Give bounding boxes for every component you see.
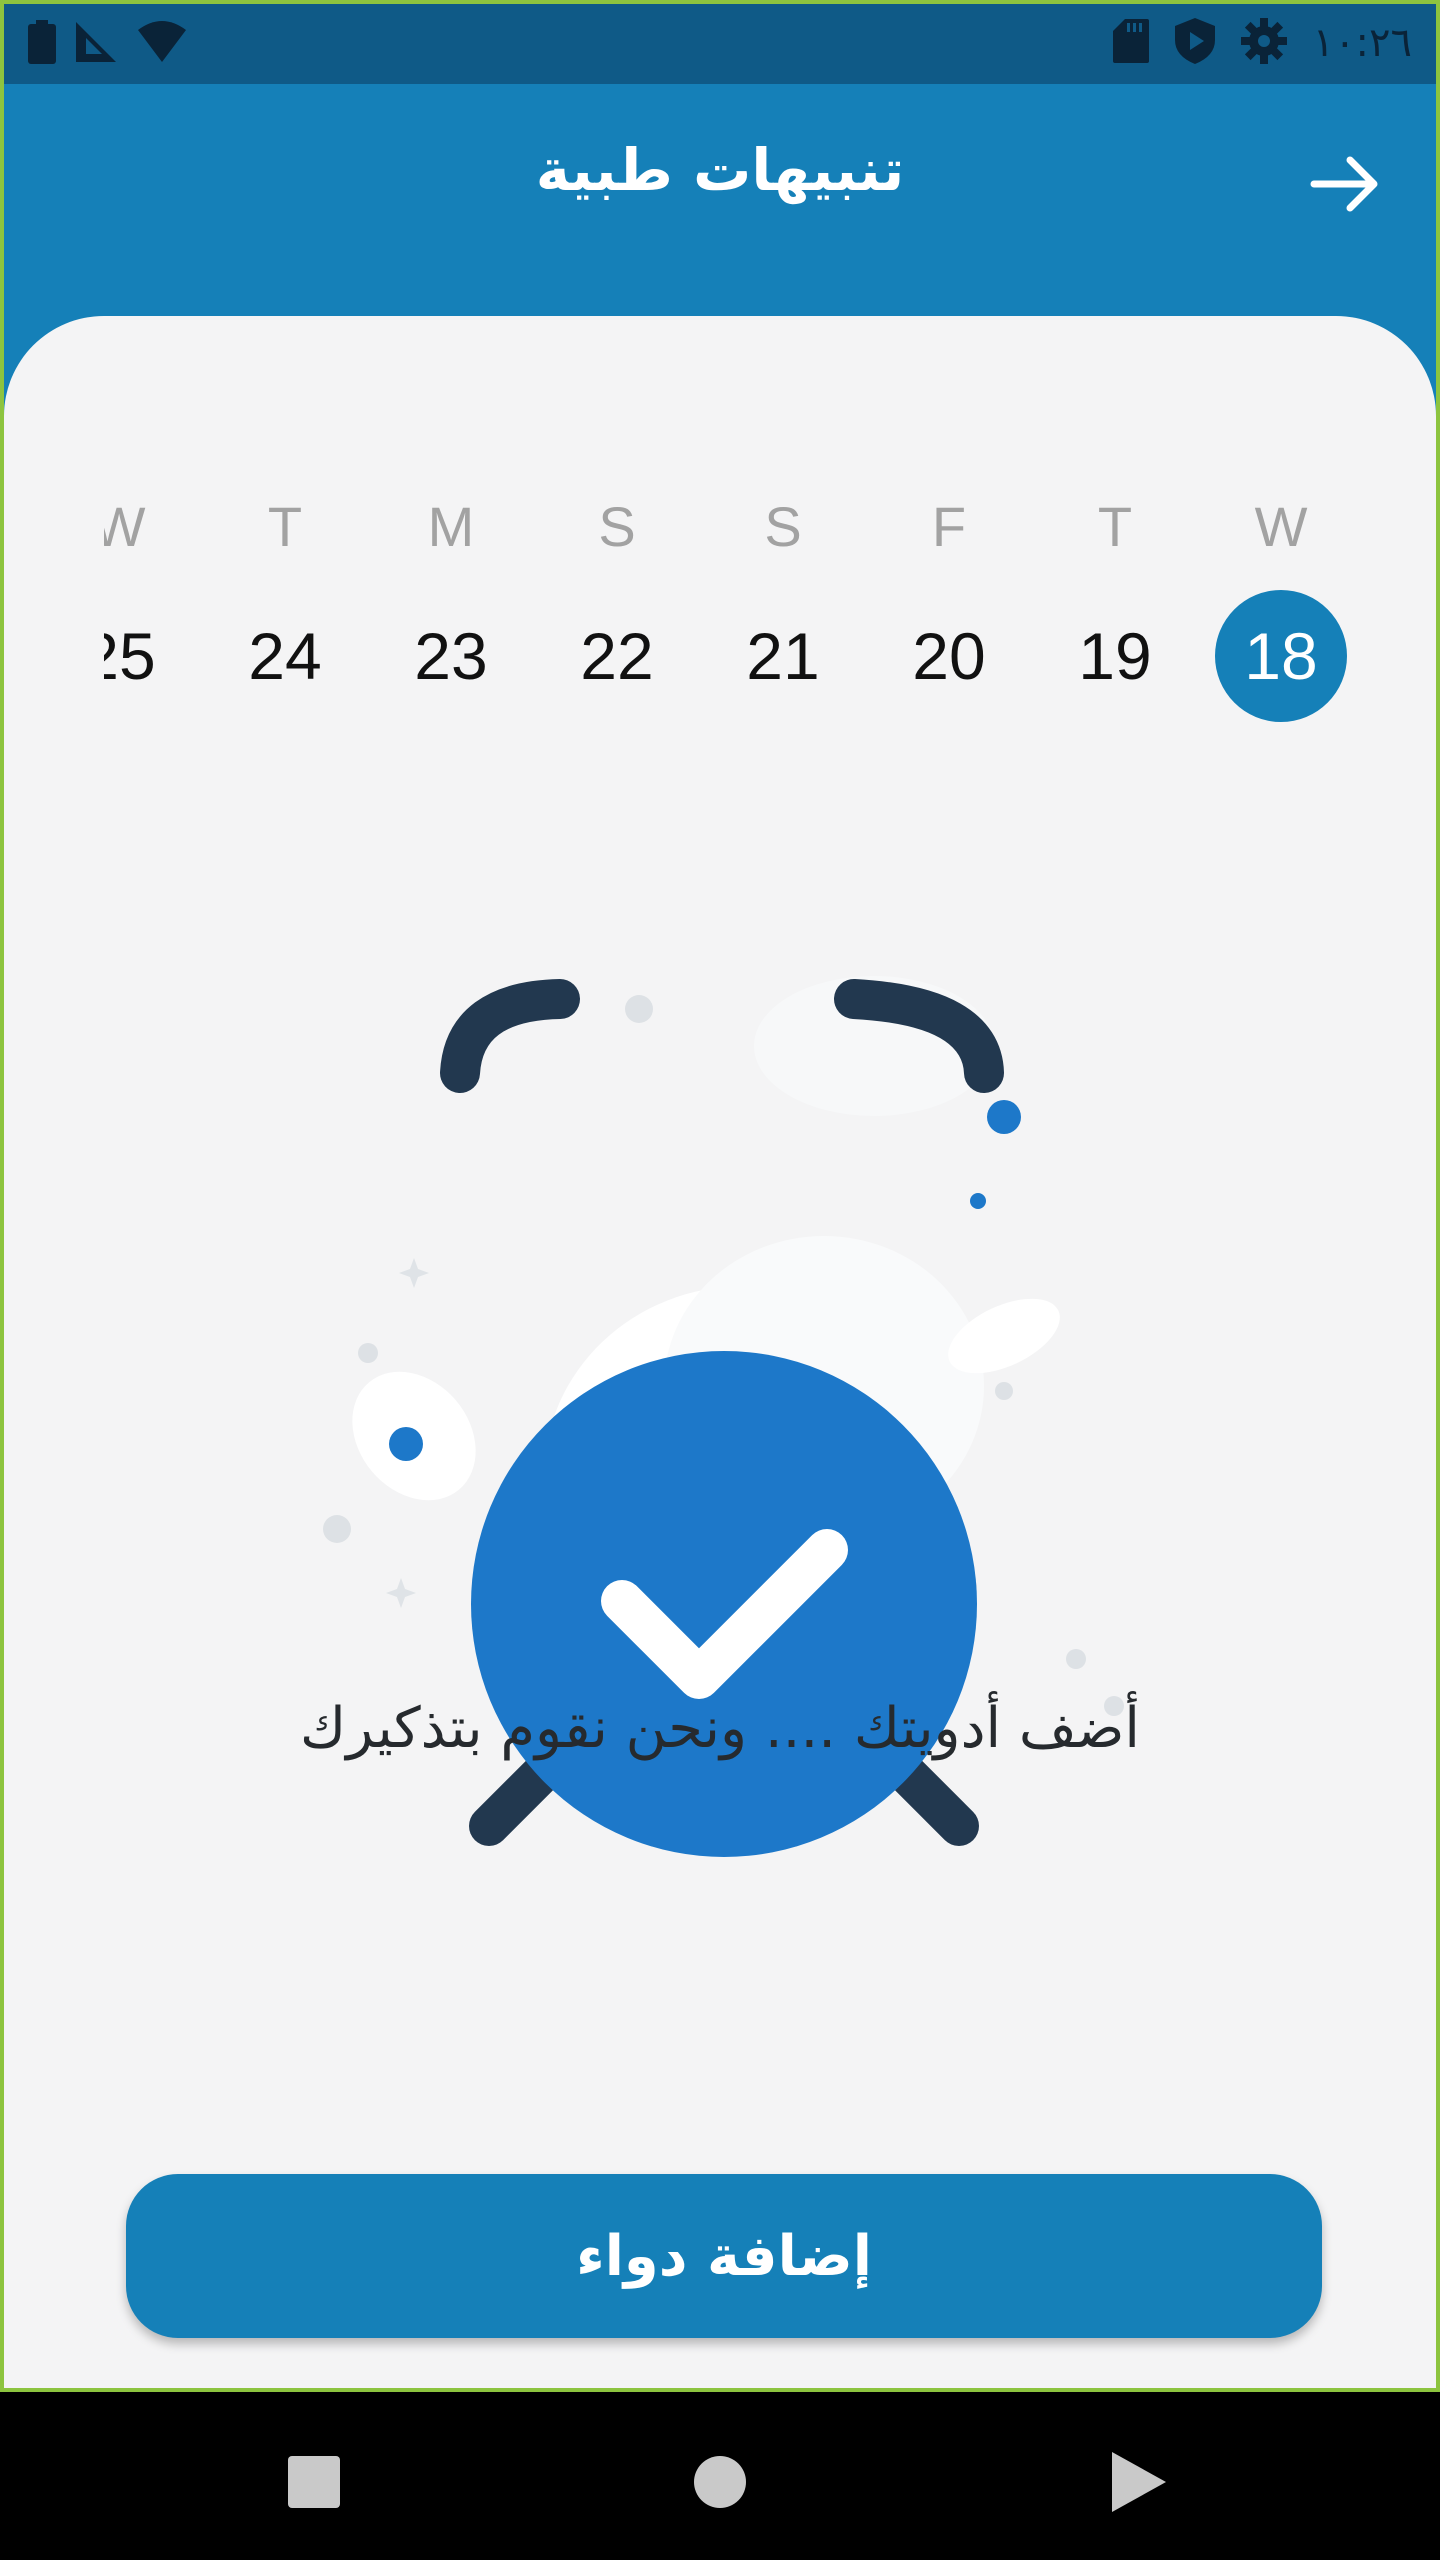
day-name: S bbox=[598, 495, 636, 558]
day-name: T bbox=[1097, 495, 1133, 558]
day-number-circle: 21 bbox=[717, 590, 849, 722]
day-number-circle: 18 bbox=[1215, 590, 1347, 722]
home-circle-icon bbox=[694, 2456, 746, 2508]
day-number-circle: 20 bbox=[883, 590, 1015, 722]
recents-square-icon bbox=[288, 2456, 340, 2508]
add-medicine-button-label: إضافة دواء bbox=[576, 2223, 872, 2289]
status-right-icons: ١٠:٢٦ bbox=[1112, 18, 1412, 68]
app-window: ١٠:٢٦ تنبيهات طبية W 18 T 19 F 20 S 21 S 22 M 23 T 24… bbox=[0, 0, 1440, 2392]
date-strip-track: W 18 T 19 F 20 S 21 S 22 M 23 T 24 W 25 bbox=[104, 486, 1364, 726]
home-button[interactable] bbox=[680, 2442, 760, 2522]
empty-state-message: أضف أدويتك .... ونحن نقوم بتذكيرك bbox=[300, 1696, 1140, 1761]
day-number-circle: 24 bbox=[219, 590, 351, 722]
date-item[interactable]: F 20 bbox=[866, 486, 1032, 726]
day-number: 21 bbox=[746, 619, 820, 693]
date-item[interactable]: T 19 bbox=[1032, 486, 1198, 726]
page-title: تنبيهات طبية bbox=[535, 136, 905, 204]
date-item[interactable]: S 21 bbox=[700, 486, 866, 726]
day-number: 25 bbox=[104, 619, 156, 693]
day-number: 19 bbox=[1078, 619, 1152, 693]
add-medicine-button[interactable]: إضافة دواء bbox=[126, 2174, 1322, 2338]
day-number: 18 bbox=[1244, 619, 1318, 693]
day-number-circle: 25 bbox=[104, 590, 185, 722]
date-item-selected[interactable]: W 18 bbox=[1198, 486, 1364, 726]
date-item[interactable]: W 25 bbox=[104, 486, 202, 726]
day-name: S bbox=[764, 495, 802, 558]
day-name: M bbox=[427, 495, 475, 558]
day-number: 20 bbox=[912, 619, 986, 693]
back-nav-button[interactable] bbox=[1098, 2442, 1178, 2522]
day-number-circle: 22 bbox=[551, 590, 683, 722]
back-triangle-icon bbox=[1112, 2452, 1166, 2512]
app-header: تنبيهات طبية bbox=[4, 84, 1436, 314]
settings-icon bbox=[1240, 18, 1287, 68]
shield-play-icon bbox=[1174, 18, 1215, 68]
date-strip[interactable]: W 18 T 19 F 20 S 21 S 22 M 23 T 24 W 25 bbox=[104, 486, 1364, 746]
arrow-right-icon bbox=[1310, 156, 1378, 212]
alarm-clock-check-icon bbox=[224, 956, 1224, 1916]
back-button[interactable] bbox=[1306, 144, 1386, 224]
content-card: W 18 T 19 F 20 S 21 S 22 M 23 T 24 W 25 bbox=[4, 316, 1436, 2388]
status-time: ١٠:٢٦ bbox=[1312, 20, 1412, 66]
recents-button[interactable] bbox=[274, 2442, 354, 2522]
date-item[interactable]: S 22 bbox=[534, 486, 700, 726]
day-name: T bbox=[267, 495, 303, 558]
day-number-circle: 23 bbox=[385, 590, 517, 722]
day-number: 23 bbox=[414, 619, 488, 693]
sd-card-icon bbox=[1112, 19, 1149, 67]
day-number-circle: 19 bbox=[1049, 590, 1181, 722]
day-name: F bbox=[931, 495, 967, 558]
wifi-icon bbox=[136, 20, 188, 68]
day-number: 24 bbox=[248, 619, 322, 693]
date-item[interactable]: M 23 bbox=[368, 486, 534, 726]
status-left-icons bbox=[28, 20, 188, 68]
signal-icon bbox=[74, 20, 118, 68]
date-item[interactable]: T 24 bbox=[202, 486, 368, 726]
status-bar: ١٠:٢٦ bbox=[4, 4, 1436, 84]
device-screen: ١٠:٢٦ تنبيهات طبية W 18 T 19 F 20 S 21 S 22 M 23 T 24… bbox=[0, 0, 1440, 2560]
system-nav-bar bbox=[0, 2392, 1440, 2560]
battery-icon bbox=[28, 20, 56, 68]
day-name: W bbox=[104, 494, 202, 559]
day-name: W bbox=[1254, 495, 1308, 558]
day-number: 22 bbox=[580, 619, 654, 693]
